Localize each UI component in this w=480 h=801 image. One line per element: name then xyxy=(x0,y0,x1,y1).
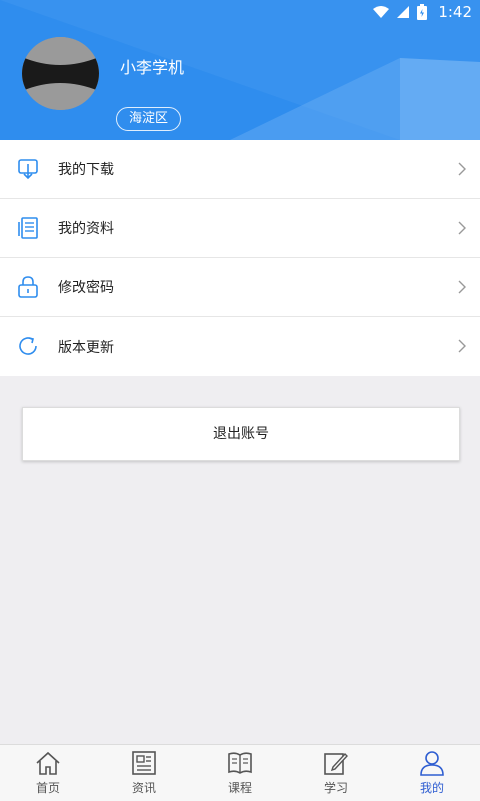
home-icon xyxy=(36,751,60,775)
download-icon xyxy=(18,159,38,180)
user-icon xyxy=(420,751,444,776)
menu-item-version-update[interactable]: 版本更新 xyxy=(0,317,480,376)
book-icon xyxy=(228,752,252,774)
user-name: 小李学机 xyxy=(120,58,185,77)
district-badge[interactable]: 海淀区 xyxy=(116,107,182,131)
tab-label: 资讯 xyxy=(131,781,156,795)
wifi-icon xyxy=(373,6,390,18)
menu-item-downloads[interactable]: 我的下载 xyxy=(0,140,480,199)
documents-icon xyxy=(18,217,38,239)
edit-icon xyxy=(324,752,348,775)
logout-button[interactable]: 退出账号 xyxy=(22,407,460,461)
tab-courses[interactable]: 课程 xyxy=(192,745,288,801)
bottom-nav: 首页 资讯 课程 学习 我的 xyxy=(0,744,480,801)
menu-item-label: 我的资料 xyxy=(58,221,114,237)
battery-icon xyxy=(417,4,428,20)
chevron-right-icon xyxy=(458,280,466,294)
avatar-image xyxy=(22,37,99,110)
tab-label: 首页 xyxy=(35,781,60,795)
lock-icon xyxy=(18,276,38,298)
chevron-right-icon xyxy=(458,162,466,176)
menu-item-label: 我的下载 xyxy=(58,162,114,178)
chevron-right-icon xyxy=(458,221,466,235)
tab-label: 我的 xyxy=(419,781,444,795)
settings-menu: 我的下载 我的资料 修改密码 版本更新 xyxy=(0,140,480,376)
news-icon xyxy=(132,751,156,775)
menu-item-label: 修改密码 xyxy=(58,280,114,296)
tab-label: 学习 xyxy=(323,781,348,795)
profile-header: 1:42 小李学机 海淀区 xyxy=(0,0,480,140)
menu-item-label: 版本更新 xyxy=(58,339,114,356)
status-time: 1:42 xyxy=(438,3,472,21)
menu-item-change-password[interactable]: 修改密码 xyxy=(0,258,480,317)
status-bar: 1:42 xyxy=(0,0,480,26)
tab-study[interactable]: 学习 xyxy=(288,745,384,801)
menu-item-documents[interactable]: 我的资料 xyxy=(0,199,480,258)
chevron-right-icon xyxy=(458,339,466,353)
avatar[interactable] xyxy=(22,37,99,110)
tab-home[interactable]: 首页 xyxy=(0,745,96,801)
refresh-icon xyxy=(19,337,37,355)
tab-label: 课程 xyxy=(227,781,252,795)
tab-mine[interactable]: 我的 xyxy=(384,745,480,801)
tab-news[interactable]: 资讯 xyxy=(96,745,192,801)
signal-icon xyxy=(397,6,410,18)
